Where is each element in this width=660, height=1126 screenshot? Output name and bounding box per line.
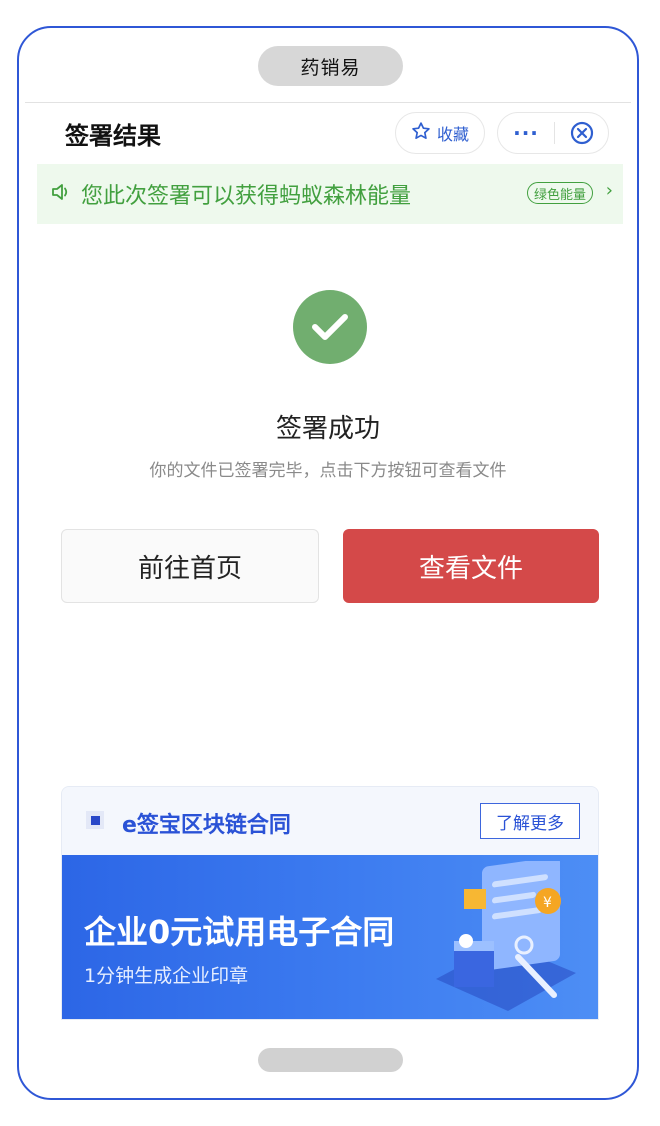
phone-frame: 药销易 签署结果 收藏 ··· 您此次签署可以获得蚂蚁森林能量 绿色能量 › 签…: [17, 26, 639, 1100]
app-title-pill: 药销易: [258, 46, 403, 86]
result-description: 你的文件已签署完毕，点击下方按钮可查看文件: [149, 461, 507, 481]
home-indicator: [258, 1048, 403, 1072]
ad-header: e签宝区块链合同 了解更多: [62, 787, 598, 855]
favorite-button[interactable]: 收藏: [395, 112, 485, 154]
contract-illustration: ¥: [436, 861, 576, 1011]
miniapp-capsule: ···: [497, 112, 609, 154]
page-title: 签署结果: [65, 122, 161, 150]
ad-banner[interactable]: 企业0元试用电子合同 1分钟生成企业印章 ¥: [62, 855, 598, 1019]
learn-more-button[interactable]: 了解更多: [480, 803, 580, 839]
check-icon: [293, 290, 367, 364]
ad-logo-icon: [86, 811, 104, 829]
ad-subtitle: 1分钟生成企业印章: [84, 965, 249, 987]
favorite-label: 收藏: [436, 125, 469, 144]
green-energy-badge: 绿色能量: [526, 182, 593, 204]
chevron-right-icon: ›: [605, 180, 613, 201]
app-title: 药销易: [300, 56, 361, 79]
result-title: 签署成功: [275, 414, 380, 444]
ant-forest-banner[interactable]: 您此次签署可以获得蚂蚁森林能量 绿色能量 ›: [37, 164, 623, 224]
ad-slogan: 企业0元试用电子合同: [84, 913, 395, 951]
banner-text: 您此次签署可以获得蚂蚁森林能量: [81, 184, 412, 209]
star-icon: [411, 121, 431, 145]
svg-text:¥: ¥: [543, 895, 552, 911]
ad-title: e签宝区块链合同: [122, 813, 291, 838]
header-divider: [25, 102, 631, 103]
view-file-button[interactable]: 查看文件: [343, 529, 599, 603]
esign-ad-card[interactable]: e签宝区块链合同 了解更多 企业0元试用电子合同 1分钟生成企业印章 ¥: [61, 786, 599, 1020]
close-circle-icon[interactable]: [555, 120, 608, 146]
speaker-icon: [51, 183, 71, 205]
go-home-button[interactable]: 前往首页: [61, 529, 319, 603]
more-icon[interactable]: ···: [498, 121, 554, 145]
